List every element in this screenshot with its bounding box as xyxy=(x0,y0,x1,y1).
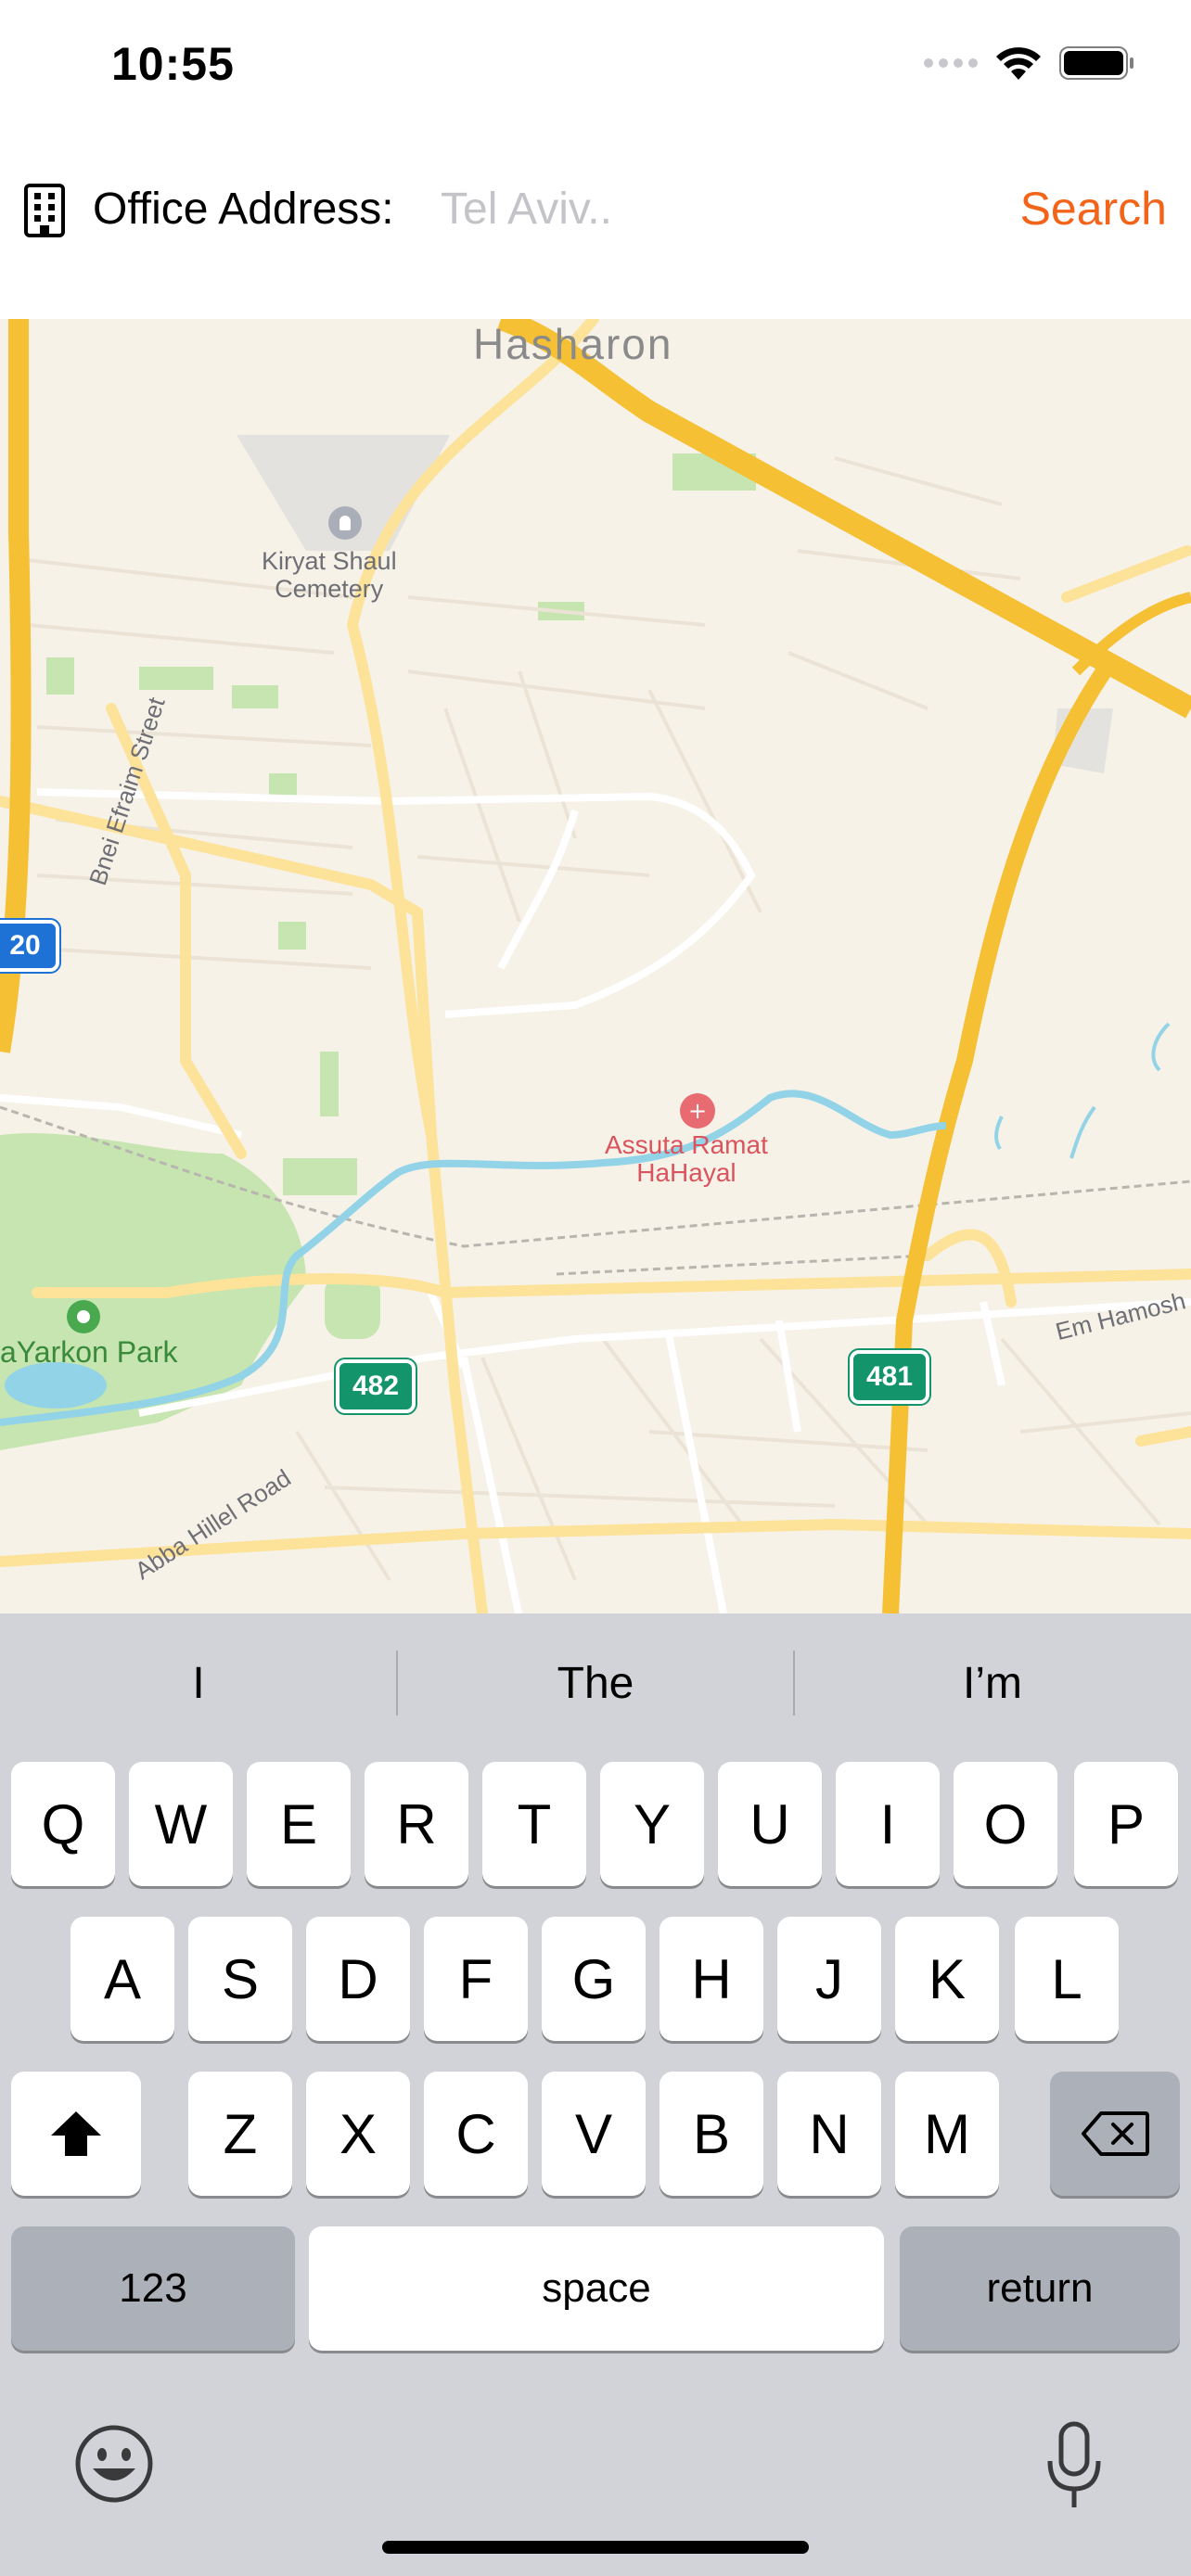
emoji-button[interactable] xyxy=(72,2422,156,2506)
key-d[interactable]: D xyxy=(306,1917,410,2041)
hospital-label: Assuta Ramat HaHayal xyxy=(605,1131,768,1187)
hospital-label-line1: Assuta Ramat xyxy=(605,1130,768,1159)
park-label: aYarkon Park xyxy=(0,1335,178,1369)
key-r[interactable]: R xyxy=(365,1762,468,1886)
key-n[interactable]: N xyxy=(777,2072,881,2196)
status-bar: 10:55 xyxy=(0,0,1191,139)
route-481-label: 481 xyxy=(865,1361,914,1392)
cemetery-pin-icon[interactable] xyxy=(328,506,362,540)
cellular-signal-icon xyxy=(924,58,978,68)
key-f[interactable]: F xyxy=(424,1917,528,2041)
key-l[interactable]: L xyxy=(1015,1917,1119,2041)
key-w[interactable]: W xyxy=(129,1762,233,1886)
home-indicator[interactable] xyxy=(382,2541,809,2554)
keyboard: I The I’m Q W E R T Y U I O P A S D F G … xyxy=(0,1613,1191,2576)
battery-icon xyxy=(1059,46,1133,80)
suggestion-2[interactable]: The xyxy=(397,1613,794,1753)
office-address-label: Office Address: xyxy=(93,185,394,234)
route-481-shield: 481 xyxy=(848,1348,931,1406)
key-u[interactable]: U xyxy=(718,1762,822,1886)
building-icon xyxy=(24,184,65,237)
shift-key[interactable] xyxy=(11,2072,141,2196)
search-button[interactable]: Search xyxy=(1020,182,1167,236)
map-canvas[interactable] xyxy=(0,319,1191,1613)
key-a[interactable]: A xyxy=(70,1917,174,2041)
hospital-pin-icon[interactable]: + xyxy=(680,1093,715,1129)
key-i[interactable]: I xyxy=(836,1762,940,1886)
suggestion-3[interactable]: I’m xyxy=(794,1613,1191,1753)
key-p[interactable]: P xyxy=(1074,1762,1178,1886)
key-q[interactable]: Q xyxy=(11,1762,115,1886)
key-c[interactable]: C xyxy=(424,2072,528,2196)
area-label-hasharon: Hasharon xyxy=(473,320,673,368)
key-e[interactable]: E xyxy=(247,1762,351,1886)
map-view[interactable]: + 20 482 481 Hasharon Kiryat Shaul Cemet… xyxy=(0,319,1191,1613)
park-pin-icon[interactable] xyxy=(67,1300,100,1333)
shift-icon xyxy=(51,2111,101,2156)
key-t[interactable]: T xyxy=(482,1762,586,1886)
hospital-label-line2: HaHayal xyxy=(636,1158,736,1187)
route-482-shield: 482 xyxy=(334,1358,417,1415)
dictation-button[interactable] xyxy=(1044,2420,1104,2513)
backspace-icon xyxy=(1082,2111,1149,2156)
route-482-label: 482 xyxy=(352,1371,400,1401)
key-k[interactable]: K xyxy=(895,1917,999,2041)
space-key[interactable]: space xyxy=(309,2226,884,2351)
key-o[interactable]: O xyxy=(954,1762,1057,1886)
numbers-key[interactable]: 123 xyxy=(11,2226,295,2351)
cemetery-label-line1: Kiryat Shaul xyxy=(262,547,397,575)
key-z[interactable]: Z xyxy=(188,2072,292,2196)
return-key[interactable]: return xyxy=(900,2226,1180,2351)
suggestion-1[interactable]: I xyxy=(0,1613,397,1753)
wifi-icon xyxy=(996,47,1041,80)
status-time: 10:55 xyxy=(111,38,235,90)
cemetery-label: Kiryat Shaul Cemetery xyxy=(262,547,397,603)
key-j[interactable]: J xyxy=(777,1917,881,2041)
key-x[interactable]: X xyxy=(306,2072,410,2196)
suggestion-bar: I The I’m xyxy=(0,1613,1191,1753)
emoji-icon xyxy=(75,2425,153,2503)
highway-20-label: 20 xyxy=(9,930,41,961)
backspace-key[interactable] xyxy=(1050,2072,1180,2196)
address-bar: Office Address: Search xyxy=(0,139,1191,319)
office-address-input[interactable] xyxy=(441,176,997,241)
key-s[interactable]: S xyxy=(188,1917,292,2041)
status-icons xyxy=(924,45,1135,82)
key-m[interactable]: M xyxy=(895,2072,999,2196)
cemetery-label-line2: Cemetery xyxy=(275,575,384,603)
highway-20-shield: 20 xyxy=(0,918,61,974)
microphone-icon xyxy=(1047,2421,1101,2507)
key-g[interactable]: G xyxy=(542,1917,646,2041)
key-h[interactable]: H xyxy=(660,1917,763,2041)
key-v[interactable]: V xyxy=(542,2072,646,2196)
key-y[interactable]: Y xyxy=(600,1762,704,1886)
key-b[interactable]: B xyxy=(660,2072,763,2196)
